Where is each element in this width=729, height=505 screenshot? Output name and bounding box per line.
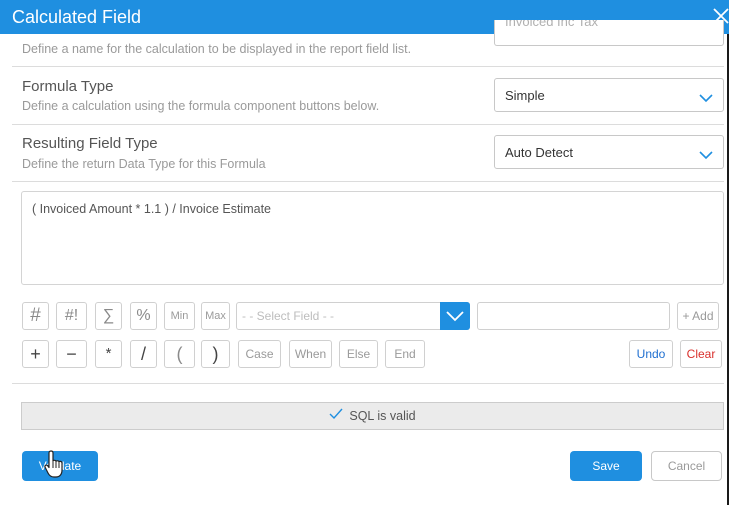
formula-type-value: Simple — [505, 88, 545, 103]
formula-type-select[interactable]: Simple — [494, 78, 724, 112]
multiply-button[interactable]: * — [95, 340, 122, 368]
hand-pointer-icon — [43, 449, 67, 479]
undo-button[interactable]: Undo — [629, 340, 673, 368]
validation-text: SQL is valid — [349, 409, 416, 423]
result-type-select[interactable]: Auto Detect — [494, 135, 724, 169]
divide-button[interactable]: / — [130, 340, 157, 368]
dialog-title: Calculated Field — [12, 7, 142, 27]
divider — [12, 66, 724, 67]
result-type-label: Resulting Field Type — [22, 135, 158, 152]
validation-status-bar: SQL is valid — [21, 402, 724, 430]
case-button[interactable]: Case — [238, 340, 281, 368]
open-paren-button[interactable]: ( — [164, 340, 195, 368]
minus-button[interactable]: − — [56, 340, 87, 368]
chevron-down-icon — [699, 90, 713, 103]
formula-type-label: Formula Type — [22, 78, 114, 95]
sum-button[interactable]: ∑ — [95, 302, 122, 330]
chevron-down-icon — [699, 147, 713, 160]
name-description: Define a name for the calculation to be … — [22, 42, 412, 56]
hash-button[interactable]: # — [22, 302, 49, 330]
cancel-button[interactable]: Cancel — [651, 451, 722, 481]
add-button[interactable]: + Add — [677, 302, 719, 330]
end-button[interactable]: End — [385, 340, 425, 368]
when-button[interactable]: When — [289, 340, 332, 368]
percent-button[interactable]: % — [130, 302, 157, 330]
calculated-field-dialog: Calculated Field Invoiced Inc Tax Define… — [0, 0, 729, 505]
validation-message: SQL is valid — [329, 408, 416, 423]
close-paren-button[interactable]: ) — [201, 340, 230, 368]
else-button[interactable]: Else — [339, 340, 378, 368]
result-type-description: Define the return Data Type for this For… — [22, 157, 266, 171]
clear-button[interactable]: Clear — [680, 340, 722, 368]
divider — [12, 181, 724, 182]
calculation-name-field[interactable]: Invoiced Inc Tax — [494, 20, 724, 46]
formula-editor[interactable]: ( Invoiced Amount * 1.1 ) / Invoice Esti… — [21, 191, 724, 285]
result-type-value: Auto Detect — [505, 145, 573, 160]
divider — [12, 383, 724, 384]
formula-type-description: Define a calculation using the formula c… — [22, 99, 380, 113]
calculation-name-value: Invoiced Inc Tax — [505, 20, 598, 29]
hash-bang-button[interactable]: #! — [56, 302, 87, 330]
chevron-down-icon[interactable] — [440, 302, 470, 330]
min-button[interactable]: Min — [164, 302, 195, 330]
save-button[interactable]: Save — [570, 451, 642, 481]
select-field-dropdown[interactable]: - - Select Field - - — [236, 302, 470, 330]
divider — [12, 124, 724, 125]
plus-button[interactable]: + — [22, 340, 49, 368]
max-button[interactable]: Max — [201, 302, 230, 330]
select-field-placeholder: - - Select Field - - — [242, 309, 335, 323]
formula-text: ( Invoiced Amount * 1.1 ) / Invoice Esti… — [32, 202, 272, 216]
constant-input[interactable] — [477, 302, 670, 330]
checkmark-icon — [329, 408, 343, 423]
